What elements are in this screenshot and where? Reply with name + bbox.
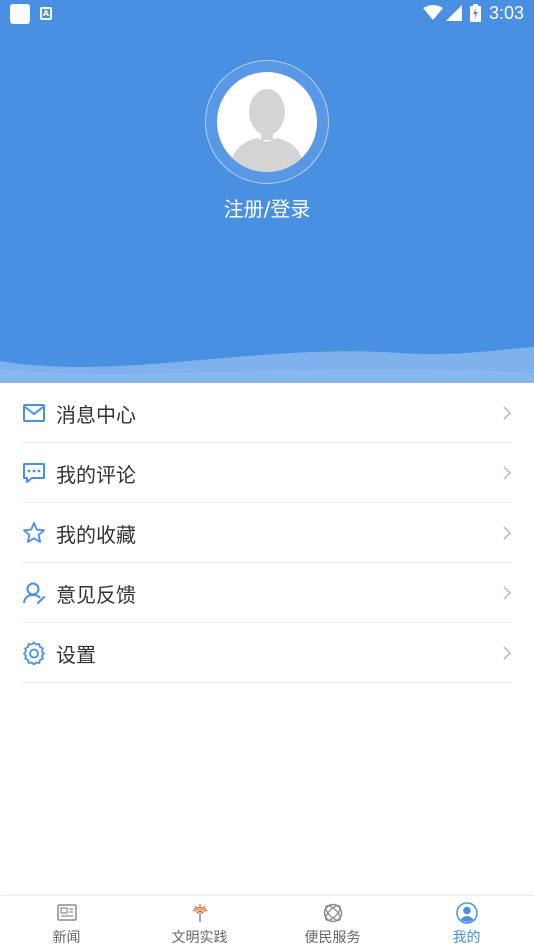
menu-item-label: 我的收藏 bbox=[56, 523, 136, 547]
header-wave bbox=[0, 347, 534, 383]
menu-item-favorites[interactable]: 我的收藏 bbox=[22, 503, 512, 563]
profile-header: A 3:03 注册/登录 bbox=[0, 0, 534, 383]
chevron-right-icon bbox=[503, 526, 512, 540]
a-notification-icon: A bbox=[40, 7, 52, 20]
avatar[interactable] bbox=[217, 72, 317, 172]
chevron-right-icon bbox=[503, 646, 512, 660]
login-register-link[interactable]: 注册/登录 bbox=[0, 193, 534, 222]
tab-news[interactable]: 新闻 bbox=[0, 896, 133, 950]
orbit-icon bbox=[323, 903, 343, 923]
menu-item-messages[interactable]: 消息中心 bbox=[22, 383, 512, 443]
comment-icon bbox=[23, 463, 45, 483]
menu-item-label: 消息中心 bbox=[56, 403, 136, 427]
tab-public-services[interactable]: 便民服务 bbox=[266, 896, 399, 950]
chevron-right-icon bbox=[503, 406, 512, 420]
battery-icon bbox=[470, 4, 481, 22]
tab-label: 文明实践 bbox=[171, 930, 228, 946]
profile-icon bbox=[456, 902, 478, 924]
user-feedback-icon bbox=[23, 582, 45, 604]
wifi-icon bbox=[423, 5, 443, 20]
chevron-right-icon bbox=[503, 586, 512, 600]
menu-item-label: 设置 bbox=[56, 643, 96, 667]
gear-icon bbox=[23, 641, 45, 665]
status-bar: A 3:03 bbox=[0, 0, 534, 28]
chevron-right-icon bbox=[503, 466, 512, 480]
profile-menu: 消息中心 我的评论 我的收藏 意见反馈 设置 bbox=[22, 383, 512, 683]
app-notification-icon bbox=[10, 4, 30, 24]
tab-label: 我的 bbox=[452, 930, 481, 946]
star-icon bbox=[23, 522, 45, 543]
menu-item-settings[interactable]: 设置 bbox=[22, 623, 512, 683]
newspaper-icon bbox=[57, 904, 77, 921]
default-avatar-icon bbox=[229, 89, 305, 172]
menu-item-label: 我的评论 bbox=[56, 463, 136, 487]
tab-label: 新闻 bbox=[52, 930, 81, 946]
tab-label: 便民服务 bbox=[304, 930, 361, 946]
signal-icon bbox=[446, 5, 462, 21]
tab-civilization-practice[interactable]: 文明实践 bbox=[133, 896, 266, 950]
menu-item-comments[interactable]: 我的评论 bbox=[22, 443, 512, 503]
mail-icon bbox=[23, 404, 45, 422]
status-time: 3:03 bbox=[489, 3, 525, 23]
tab-mine[interactable]: 我的 bbox=[400, 896, 533, 950]
menu-item-label: 意见反馈 bbox=[56, 583, 136, 607]
bottom-tab-bar: 新闻 文明实践 便民服务 我的 bbox=[0, 895, 534, 950]
torch-icon bbox=[192, 904, 208, 922]
menu-item-feedback[interactable]: 意见反馈 bbox=[22, 563, 512, 623]
